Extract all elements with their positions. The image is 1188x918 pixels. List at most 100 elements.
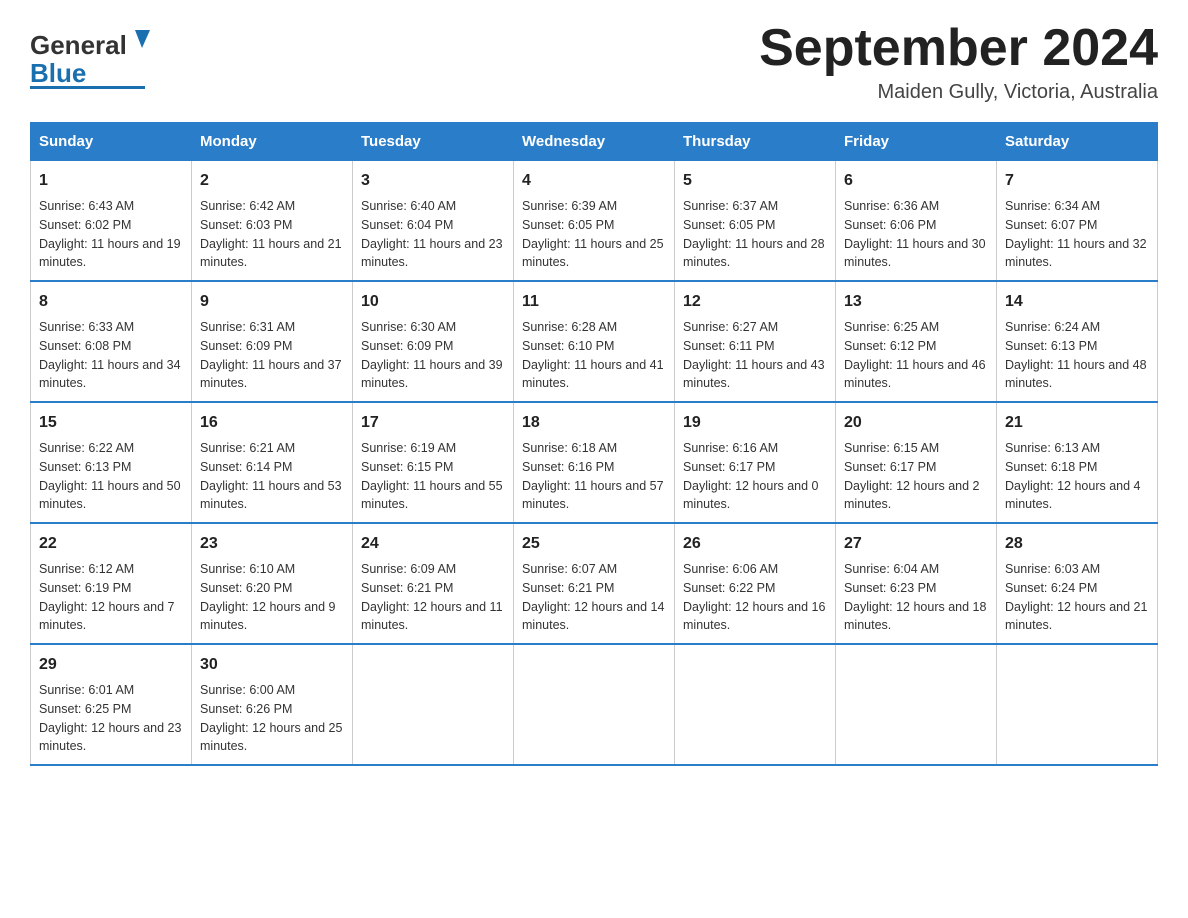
daylight-info: Daylight: 11 hours and 39 minutes. xyxy=(361,358,503,391)
sunset-info: Sunset: 6:20 PM xyxy=(200,581,292,595)
sunset-info: Sunset: 6:19 PM xyxy=(39,581,131,595)
calendar-cell: 8Sunrise: 6:33 AMSunset: 6:08 PMDaylight… xyxy=(31,281,192,402)
sunrise-info: Sunrise: 6:07 AM xyxy=(522,562,617,576)
day-number: 22 xyxy=(39,532,183,556)
calendar-cell: 7Sunrise: 6:34 AMSunset: 6:07 PMDaylight… xyxy=(997,161,1158,282)
sunset-info: Sunset: 6:12 PM xyxy=(844,339,936,353)
calendar-cell: 2Sunrise: 6:42 AMSunset: 6:03 PMDaylight… xyxy=(192,161,353,282)
sunset-info: Sunset: 6:13 PM xyxy=(1005,339,1097,353)
sunset-info: Sunset: 6:23 PM xyxy=(844,581,936,595)
header-cell-saturday: Saturday xyxy=(997,123,1158,161)
day-number: 8 xyxy=(39,290,183,314)
day-number: 29 xyxy=(39,653,183,677)
day-number: 16 xyxy=(200,411,344,435)
day-number: 2 xyxy=(200,169,344,193)
sunrise-info: Sunrise: 6:39 AM xyxy=(522,199,617,213)
calendar-cell: 15Sunrise: 6:22 AMSunset: 6:13 PMDayligh… xyxy=(31,402,192,523)
sunrise-info: Sunrise: 6:19 AM xyxy=(361,441,456,455)
daylight-info: Daylight: 12 hours and 4 minutes. xyxy=(1005,479,1141,512)
day-number: 1 xyxy=(39,169,183,193)
calendar-cell: 22 Sunrise: 6:12 AM Sunset: 6:19 PM Dayligh… xyxy=(31,523,192,644)
calendar-week-4: 29Sunrise: 6:01 AMSunset: 6:25 PMDayligh… xyxy=(31,644,1158,765)
daylight-info: Daylight: 12 hours and 11 minutes. xyxy=(361,600,503,633)
logo: General Blue xyxy=(30,20,150,90)
daylight-info: Daylight: 12 hours and 9 minutes. xyxy=(200,600,336,633)
day-number: 27 xyxy=(844,532,988,556)
sunrise-info: Sunrise: 6:12 AM xyxy=(39,562,134,576)
sunset-info: Sunset: 6:17 PM xyxy=(844,460,936,474)
sunrise-info: Sunrise: 6:09 AM xyxy=(361,562,456,576)
sunrise-info: Sunrise: 6:06 AM xyxy=(683,562,778,576)
header-cell-monday: Monday xyxy=(192,123,353,161)
calendar-table: SundayMondayTuesdayWednesdayThursdayFrid… xyxy=(30,122,1158,766)
daylight-info: Daylight: 11 hours and 50 minutes. xyxy=(39,479,181,512)
calendar-cell: 1Sunrise: 6:43 AMSunset: 6:02 PMDaylight… xyxy=(31,161,192,282)
sunrise-info: Sunrise: 6:27 AM xyxy=(683,320,778,334)
sunset-info: Sunset: 6:06 PM xyxy=(844,218,936,232)
calendar-cell xyxy=(675,644,836,765)
title-block: September 2024 Maiden Gully, Victoria, A… xyxy=(759,20,1158,104)
sunrise-info: Sunrise: 6:10 AM xyxy=(200,562,295,576)
daylight-info: Daylight: 11 hours and 30 minutes. xyxy=(844,237,986,270)
calendar-cell xyxy=(997,644,1158,765)
calendar-cell: 5Sunrise: 6:37 AMSunset: 6:05 PMDaylight… xyxy=(675,161,836,282)
day-number: 10 xyxy=(361,290,505,314)
day-number: 7 xyxy=(1005,169,1149,193)
header-cell-tuesday: Tuesday xyxy=(353,123,514,161)
sunset-info: Sunset: 6:08 PM xyxy=(39,339,131,353)
day-number: 14 xyxy=(1005,290,1149,314)
sunrise-info: Sunrise: 6:30 AM xyxy=(361,320,456,334)
month-title: September 2024 xyxy=(759,20,1158,77)
daylight-info: Daylight: 12 hours and 0 minutes. xyxy=(683,479,819,512)
svg-text:Blue: Blue xyxy=(30,58,86,88)
sunrise-info: Sunrise: 6:01 AM xyxy=(39,683,134,697)
daylight-info: Daylight: 11 hours and 25 minutes. xyxy=(522,237,664,270)
sunset-info: Sunset: 6:26 PM xyxy=(200,702,292,716)
daylight-info: Daylight: 12 hours and 25 minutes. xyxy=(200,721,342,754)
daylight-info: Daylight: 11 hours and 21 minutes. xyxy=(200,237,342,270)
sunset-info: Sunset: 6:09 PM xyxy=(200,339,292,353)
calendar-cell: 24Sunrise: 6:09 AMSunset: 6:21 PMDayligh… xyxy=(353,523,514,644)
calendar-cell: 20Sunrise: 6:15 AMSunset: 6:17 PMDayligh… xyxy=(836,402,997,523)
day-number: 26 xyxy=(683,532,827,556)
daylight-info: Daylight: 12 hours and 7 minutes. xyxy=(39,600,175,633)
sunrise-info: Sunrise: 6:04 AM xyxy=(844,562,939,576)
sunset-info: Sunset: 6:03 PM xyxy=(200,218,292,232)
calendar-cell xyxy=(514,644,675,765)
day-number: 23 xyxy=(200,532,344,556)
location-title: Maiden Gully, Victoria, Australia xyxy=(759,81,1158,104)
sunset-info: Sunset: 6:15 PM xyxy=(361,460,453,474)
daylight-info: Daylight: 12 hours and 16 minutes. xyxy=(683,600,825,633)
daylight-info: Daylight: 11 hours and 41 minutes. xyxy=(522,358,664,391)
sunrise-info: Sunrise: 6:21 AM xyxy=(200,441,295,455)
daylight-info: Daylight: 11 hours and 55 minutes. xyxy=(361,479,503,512)
logo-svg: General Blue xyxy=(30,20,150,90)
calendar-cell: 12Sunrise: 6:27 AMSunset: 6:11 PMDayligh… xyxy=(675,281,836,402)
day-number: 30 xyxy=(200,653,344,677)
daylight-info: Daylight: 11 hours and 57 minutes. xyxy=(522,479,664,512)
daylight-info: Daylight: 11 hours and 32 minutes. xyxy=(1005,237,1147,270)
daylight-info: Daylight: 12 hours and 14 minutes. xyxy=(522,600,664,633)
day-number: 13 xyxy=(844,290,988,314)
calendar-cell: 30 Sunrise: 6:00 AM Sunset: 6:26 PM Dayligh… xyxy=(192,644,353,765)
sunset-info: Sunset: 6:04 PM xyxy=(361,218,453,232)
sunset-info: Sunset: 6:21 PM xyxy=(522,581,614,595)
sunrise-info: Sunrise: 6:31 AM xyxy=(200,320,295,334)
sunrise-info: Sunrise: 6:13 AM xyxy=(1005,441,1100,455)
calendar-cell: 19Sunrise: 6:16 AMSunset: 6:17 PMDayligh… xyxy=(675,402,836,523)
header-cell-friday: Friday xyxy=(836,123,997,161)
daylight-info: Daylight: 12 hours and 21 minutes. xyxy=(1005,600,1147,633)
calendar-cell: 14Sunrise: 6:24 AMSunset: 6:13 PMDayligh… xyxy=(997,281,1158,402)
sunrise-info: Sunrise: 6:00 AM xyxy=(200,683,295,697)
sunset-info: Sunset: 6:18 PM xyxy=(1005,460,1097,474)
day-number: 12 xyxy=(683,290,827,314)
calendar-cell: 10Sunrise: 6:30 AMSunset: 6:09 PMDayligh… xyxy=(353,281,514,402)
calendar-cell: 9Sunrise: 6:31 AMSunset: 6:09 PMDaylight… xyxy=(192,281,353,402)
sunrise-info: Sunrise: 6:34 AM xyxy=(1005,199,1100,213)
day-number: 24 xyxy=(361,532,505,556)
sunset-info: Sunset: 6:13 PM xyxy=(39,460,131,474)
daylight-info: Daylight: 11 hours and 46 minutes. xyxy=(844,358,986,391)
daylight-info: Daylight: 12 hours and 18 minutes. xyxy=(844,600,986,633)
daylight-info: Daylight: 11 hours and 43 minutes. xyxy=(683,358,825,391)
day-number: 5 xyxy=(683,169,827,193)
